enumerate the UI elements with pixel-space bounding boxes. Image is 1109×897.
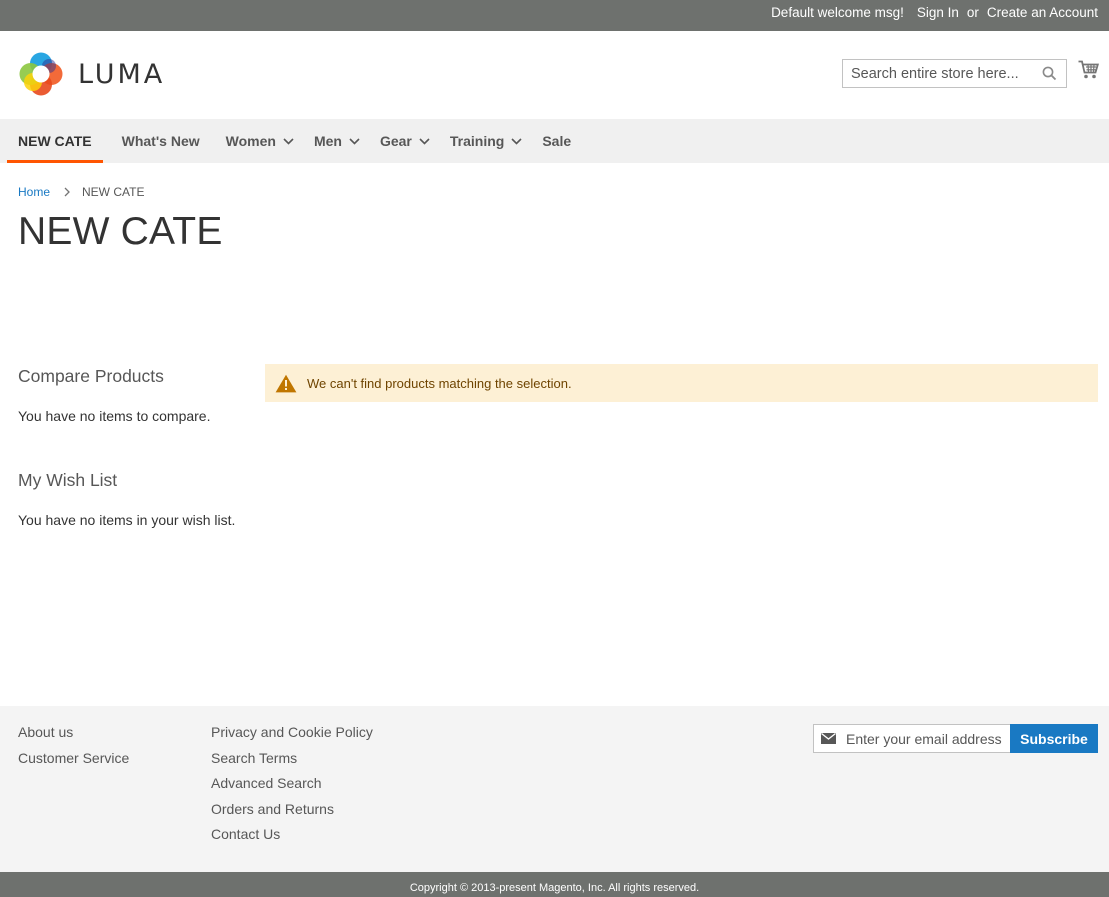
panel-links: Default welcome msg! Sign In or Create a… xyxy=(771,5,1098,20)
cart-icon[interactable] xyxy=(1078,60,1099,83)
footer-links-col2: Privacy and Cookie Policy Search Terms A… xyxy=(211,724,373,852)
search-box xyxy=(842,59,1067,88)
footer-link-customer-service[interactable]: Customer Service xyxy=(18,750,129,768)
nav-item-label: What's New xyxy=(121,133,200,149)
main-navigation: NEW CATE What's New Women Men Gear Train… xyxy=(0,119,1109,163)
search-icon[interactable] xyxy=(1042,66,1057,84)
compare-empty-text: You have no items to compare. xyxy=(18,408,211,424)
chevron-down-icon xyxy=(283,137,294,145)
or-separator: or xyxy=(966,5,979,20)
nav-item-label: Gear xyxy=(379,133,412,149)
footer-link-privacy[interactable]: Privacy and Cookie Policy xyxy=(211,724,373,742)
breadcrumb-current: NEW CATE xyxy=(82,185,145,199)
logo[interactable]: LUMA xyxy=(18,51,165,97)
nav-item-whats-new[interactable]: What's New xyxy=(103,119,215,163)
footer-link-advanced-search[interactable]: Advanced Search xyxy=(211,775,373,793)
warning-icon xyxy=(275,374,297,393)
footer-link-about-us[interactable]: About us xyxy=(18,724,129,742)
sign-in-link[interactable]: Sign In xyxy=(917,5,959,20)
newsletter-form: Subscribe xyxy=(813,724,1098,753)
wishlist-empty-text: You have no items in your wish list. xyxy=(18,512,236,528)
nav-item-label: Men xyxy=(313,133,342,149)
breadcrumb: Home NEW CATE xyxy=(18,185,144,199)
luma-logo-icon xyxy=(19,52,63,96)
nav-item-label: NEW CATE xyxy=(18,133,92,149)
compare-products-title: Compare Products xyxy=(18,366,164,386)
subscribe-button[interactable]: Subscribe xyxy=(1010,724,1098,753)
chevron-down-icon xyxy=(419,137,430,145)
nav-item-training[interactable]: Training xyxy=(439,119,531,163)
chevron-down-icon xyxy=(511,137,522,145)
envelope-icon xyxy=(821,731,836,747)
page-title: NEW CATE xyxy=(18,210,223,253)
no-products-message: We can't find products matching the sele… xyxy=(265,364,1098,402)
copyright-text: Copyright © 2013-present Magento, Inc. A… xyxy=(409,882,700,894)
nav-item-new-cate[interactable]: NEW CATE xyxy=(7,119,103,163)
wishlist-block: My Wish List You have no items in your w… xyxy=(18,470,235,528)
wishlist-title: My Wish List xyxy=(18,470,118,490)
nav-item-gear[interactable]: Gear xyxy=(369,119,439,163)
chevron-right-icon xyxy=(64,187,70,197)
logo-text: LUMA xyxy=(78,58,166,90)
nav-item-men[interactable]: Men xyxy=(303,119,369,163)
footer: About us Customer Service Privacy and Co… xyxy=(0,706,1109,872)
copyright-bar: Copyright © 2013-present Magento, Inc. A… xyxy=(0,872,1109,897)
site-header: LUMA xyxy=(0,31,1109,119)
search-input[interactable] xyxy=(843,60,1033,87)
footer-link-orders-returns[interactable]: Orders and Returns xyxy=(211,801,373,819)
nav-item-label: Training xyxy=(449,133,505,149)
panel-header: Default welcome msg! Sign In or Create a… xyxy=(0,0,1109,31)
newsletter-email-input[interactable] xyxy=(846,730,1006,747)
newsletter-field xyxy=(813,724,1010,753)
nav-item-label: Sale xyxy=(542,133,572,149)
chevron-down-icon xyxy=(349,137,360,145)
create-account-link[interactable]: Create an Account xyxy=(987,5,1098,20)
message-text: We can't find products matching the sele… xyxy=(307,375,572,391)
footer-link-contact-us[interactable]: Contact Us xyxy=(211,826,373,844)
nav-item-label: Women xyxy=(225,133,276,149)
nav-item-women[interactable]: Women xyxy=(215,119,303,163)
nav-item-sale[interactable]: Sale xyxy=(531,119,582,163)
footer-links-col1: About us Customer Service xyxy=(18,724,129,775)
footer-link-search-terms[interactable]: Search Terms xyxy=(211,750,373,768)
welcome-message: Default welcome msg! xyxy=(771,5,904,20)
breadcrumb-home-link[interactable]: Home xyxy=(18,185,50,199)
compare-products-block: Compare Products You have no items to co… xyxy=(18,366,211,424)
